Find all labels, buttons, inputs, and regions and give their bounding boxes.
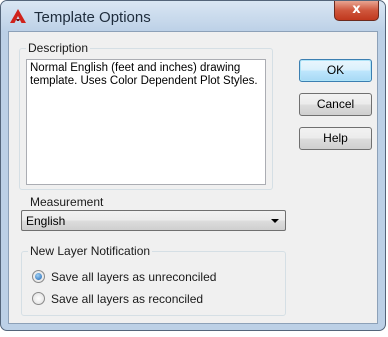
close-button[interactable]: x [334, 1, 379, 21]
cancel-button[interactable]: Cancel [299, 93, 372, 116]
radio-label-unreconciled: Save all layers as unreconciled [51, 270, 217, 284]
measurement-selected-value: English [26, 214, 66, 228]
measurement-label: Measurement [30, 195, 104, 209]
description-textbox[interactable]: Normal English (feet and inches) drawing… [26, 59, 266, 185]
autocad-a-icon [10, 9, 26, 23]
ok-button[interactable]: OK [299, 59, 372, 82]
new-layer-notification-group: New Layer Notification Save all layers a… [21, 244, 286, 316]
radio-label-reconciled: Save all layers as reconciled [51, 292, 204, 306]
chevron-down-icon [271, 219, 279, 223]
title-bar[interactable]: Template Options x [1, 1, 385, 31]
close-icon: x [352, 2, 361, 17]
radio-button-unchecked[interactable] [32, 292, 45, 305]
dialog-body: Description Normal English (feet and inc… [8, 31, 378, 324]
measurement-dropdown[interactable]: English [21, 210, 286, 231]
dialog-title: Template Options [34, 9, 151, 26]
description-group: Description Normal English (feet and inc… [19, 41, 273, 190]
description-label: Description [26, 41, 91, 55]
new-layer-notification-label: New Layer Notification [28, 244, 153, 258]
template-options-dialog: Template Options x Description Normal En… [0, 0, 386, 331]
radio-button-checked[interactable] [32, 270, 45, 283]
help-button[interactable]: Help [299, 127, 372, 150]
